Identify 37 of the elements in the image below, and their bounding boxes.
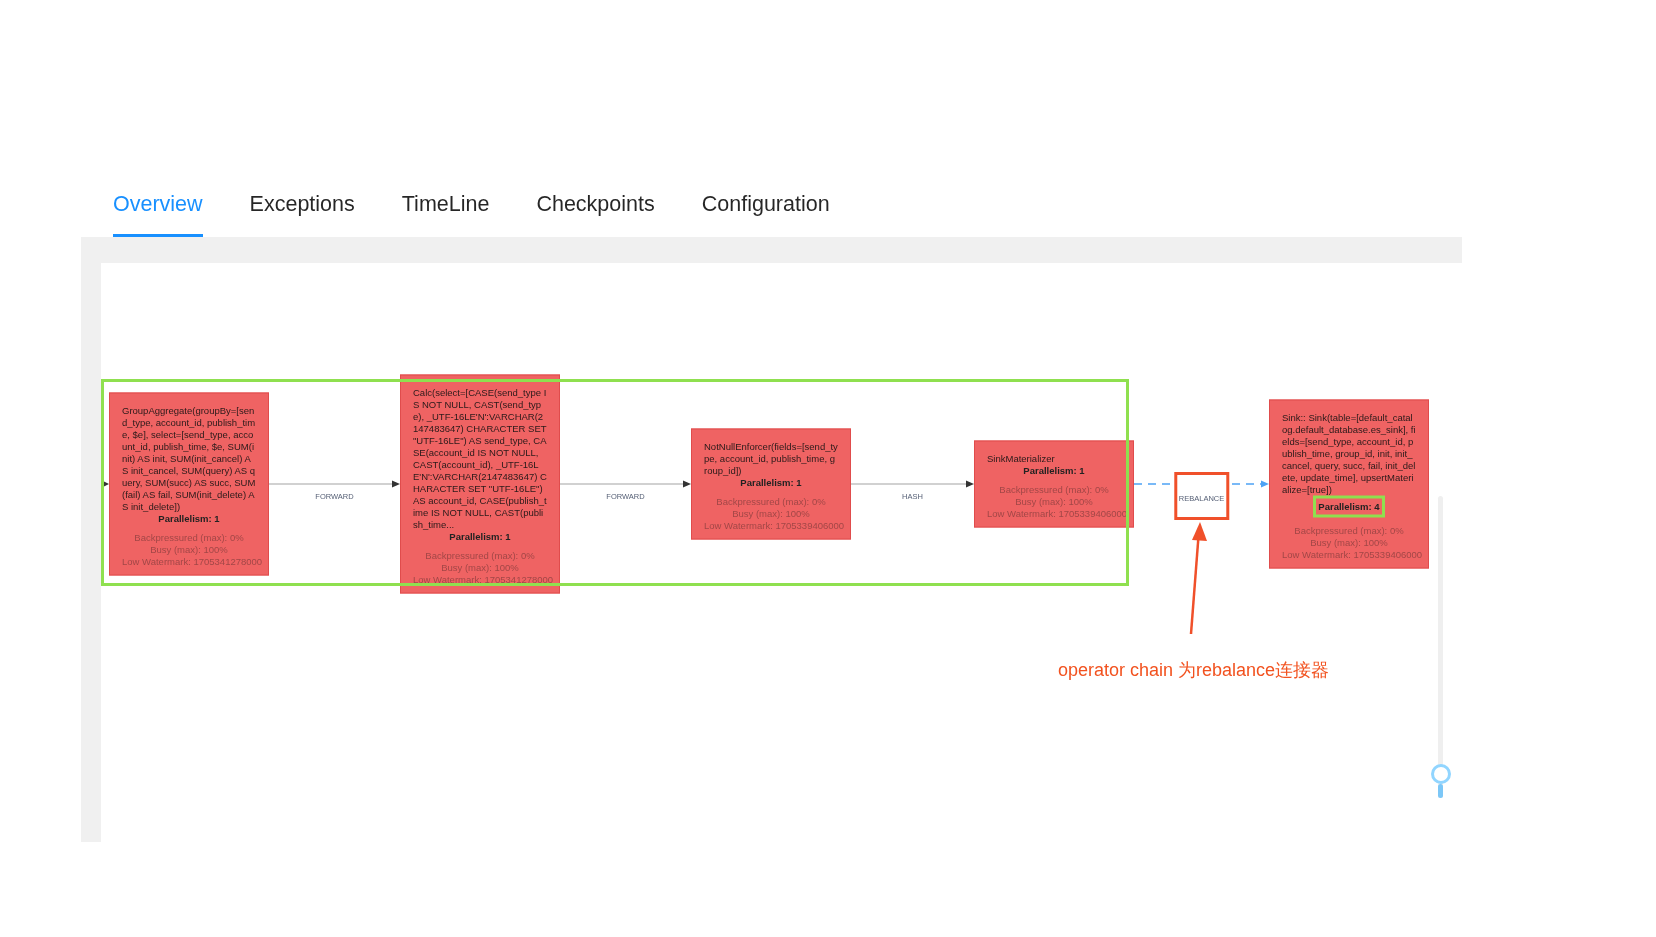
operator-node[interactable] (109, 392, 269, 576)
operator-node[interactable]: NotNullEnforcer(fields=[send_type, account_id, publish_time, group_id]) Parallelism: 1 Backpressured (max): 0% Busy (max): 100% Low Watermark: 1705339406000 (691, 428, 851, 540)
metric-text: Low Watermark: 1705339406000 (1282, 548, 1423, 561)
metric-text: Busy (max): 100% (441, 561, 519, 574)
metric-text: Low Watermark: 1705339406000 (704, 519, 845, 532)
tab[interactable]: Exceptions (249, 191, 355, 237)
parallelism-label: Parallelism: 1 (740, 476, 802, 488)
tab[interactable]: TimeLine (401, 191, 490, 237)
operator-description: GroupAggregate(groupBy=[send_type, account_id, publish_time, $e], select=[send_type, account_id, publish_time, $e, SUM(init) AS init, SUM(init_cancel) AS init_cancel, SUM(query) AS query, SUM(succ) AS succ, SUM(fail) AS fail, SUM(init_delete) AS init_delete]) (122, 404, 256, 513)
metric-text: Low Watermark: 1705339406000 (987, 507, 1128, 520)
operator-description: NotNullEnforcer(fields=[send_type, account_id, publish_time, group_id]) (704, 440, 838, 477)
metric-text: Backpressured (max): 0% (716, 495, 826, 508)
operator-node[interactable] (1269, 399, 1429, 569)
operator-description: SinkMaterializer (987, 452, 1056, 465)
operator-description: Sink:: Sink(table=[default_catalog.default_database.es_sink], fields=[send_type, account_id, publish_time, group_id, init, init_cancel, query, succ, fail, init_delete, update_time], upsertMaterialize=[true]) (1282, 411, 1416, 496)
edge-arrow (101, 480, 109, 488)
metric-text: Busy (max): 100% (732, 507, 810, 520)
parallelism-label: Parallelism: 1 (158, 512, 220, 524)
operator-description: Calc(select=[CASE(send_type IS NOT NULL, CAST(send_type), _UTF-16LE'N':VARCHAR(2147483647) CHARACTER SET "UTF-16LE") AS send_type, CASE(account_id IS NOT NULL, CAST(account_id), _UTF-16LE'N':VARCHAR(2147483647) CHARACTER SET "UTF-16LE") AS account_id, CASE(publish_time IS NOT NULL, CAST(publish_time... (413, 386, 547, 531)
metric-text: Backpressured (max): 0% (425, 549, 535, 562)
metric-text: Busy (max): 100% (1015, 495, 1093, 508)
parallelism-label: Parallelism: 4 (1318, 500, 1380, 512)
metric-text: Busy (max): 100% (1310, 536, 1388, 549)
operator-node[interactable]: SinkMaterializer Parallelism: 1 Backpressured (max): 0% Busy (max): 100% Low Watermark: 1705339406000 (974, 440, 1134, 528)
parallelism-label: Parallelism: 1 (449, 530, 511, 542)
metric-text: Backpressured (max): 0% (134, 531, 244, 544)
tab[interactable]: Checkpoints (536, 191, 655, 237)
metric-text: Low Watermark: 1705341278000 (413, 573, 554, 586)
metric-text: Backpressured (max): 0% (1294, 524, 1404, 537)
tab[interactable]: Configuration (701, 191, 830, 237)
metric-text: Low Watermark: 1705341278000 (122, 555, 263, 568)
parallelism-label: Parallelism: 1 (1023, 464, 1085, 476)
operator-node[interactable] (400, 374, 560, 594)
annotation-note: operator chain 为rebalance连接器 (1058, 659, 1330, 681)
slider-handle[interactable] (1430, 763, 1451, 784)
metric-text: Backpressured (max): 0% (999, 483, 1109, 496)
metric-text: Busy (max): 100% (150, 543, 228, 556)
